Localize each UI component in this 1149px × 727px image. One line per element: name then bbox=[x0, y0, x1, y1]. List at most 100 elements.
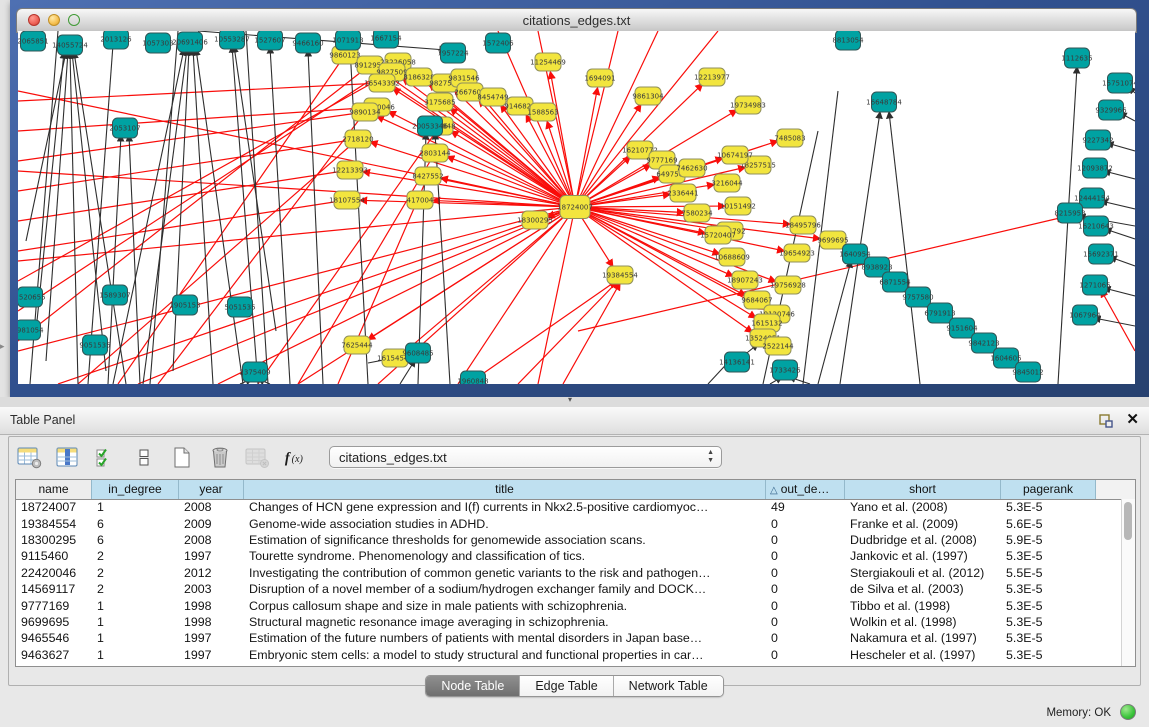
network-node[interactable]: 15692371 bbox=[1083, 244, 1119, 264]
network-edge[interactable] bbox=[575, 207, 776, 282]
network-node[interactable]: 2336441 bbox=[667, 184, 698, 202]
network-node[interactable]: 16648784 bbox=[866, 92, 902, 112]
network-node[interactable]: 2803144 bbox=[419, 144, 451, 162]
table-row[interactable]: 977716911998Corpus callosum shape and si… bbox=[16, 597, 1122, 613]
network-node[interactable]: 7485083 bbox=[774, 129, 805, 147]
network-node[interactable]: 1527607 bbox=[254, 31, 285, 50]
network-node[interactable]: 10688609 bbox=[714, 248, 750, 266]
table-row[interactable]: 969969511998Structural magnetic resonanc… bbox=[16, 614, 1122, 630]
network-node[interactable]: 1271065 bbox=[1079, 275, 1110, 295]
network-node[interactable]: 1572406 bbox=[482, 33, 514, 53]
column-header-name[interactable]: name bbox=[16, 480, 92, 499]
network-node[interactable]: 7580234 bbox=[681, 204, 713, 222]
table-row[interactable]: 1938455462009Genome-wide association stu… bbox=[16, 515, 1122, 531]
network-node[interactable]: 5051535 bbox=[224, 297, 255, 317]
network-node[interactable]: 7957224 bbox=[437, 43, 469, 63]
table-row[interactable]: 911546021997Tourette syndrome. Phenomeno… bbox=[16, 548, 1122, 564]
network-node[interactable]: 9329966 bbox=[1095, 100, 1127, 120]
network-edge[interactable] bbox=[450, 108, 575, 207]
network-edge[interactable] bbox=[1105, 229, 1135, 239]
network-edge[interactable] bbox=[246, 31, 268, 384]
network-node[interactable]: 18300295 bbox=[517, 211, 553, 229]
network-graph[interactable]: 9860123891295423226058982750916543392224… bbox=[18, 31, 1135, 384]
network-edge[interactable] bbox=[458, 207, 575, 384]
network-node[interactable]: 7625444 bbox=[341, 336, 373, 354]
network-node[interactable]: 12213977 bbox=[694, 68, 730, 86]
network-node[interactable]: 18107554 bbox=[329, 191, 365, 209]
network-canvas[interactable]: 9860123891295423226058982750916543392224… bbox=[18, 31, 1135, 384]
column-select-icon[interactable] bbox=[55, 446, 80, 469]
network-node[interactable]: 12213393 bbox=[332, 161, 368, 179]
network-edge[interactable] bbox=[113, 49, 184, 384]
network-node[interactable]: 2065851 bbox=[18, 31, 49, 51]
network-node[interactable]: 18724007 bbox=[557, 196, 593, 219]
network-node[interactable]: 9845012 bbox=[1012, 362, 1043, 382]
network-edge[interactable] bbox=[377, 116, 575, 207]
network-edge[interactable] bbox=[26, 52, 66, 241]
network-node[interactable]: 3175685 bbox=[424, 93, 455, 111]
network-edge[interactable] bbox=[575, 31, 658, 207]
network-node[interactable]: 3216044 bbox=[711, 174, 743, 192]
network-edge[interactable] bbox=[88, 31, 114, 384]
network-node[interactable]: 19734983 bbox=[730, 96, 766, 114]
network-edge[interactable] bbox=[298, 207, 575, 384]
network-node[interactable]: 9051535 bbox=[79, 335, 110, 355]
network-edge[interactable] bbox=[150, 31, 178, 384]
table-vertical-scrollbar[interactable] bbox=[1121, 499, 1135, 666]
network-node[interactable]: 10674197 bbox=[717, 146, 753, 164]
network-node[interactable]: 10151492 bbox=[720, 197, 756, 215]
network-node[interactable]: 8813054 bbox=[832, 31, 864, 50]
table-row[interactable]: 1872400712008Changes of HCN gene express… bbox=[16, 499, 1122, 515]
network-node[interactable]: 19384554 bbox=[602, 266, 638, 284]
network-edge[interactable] bbox=[350, 47, 368, 384]
network-edge[interactable] bbox=[270, 47, 290, 384]
network-node[interactable]: 1071913 bbox=[332, 31, 363, 50]
network-window-titlebar[interactable]: citations_edges.txt bbox=[16, 8, 1137, 33]
network-node[interactable]: 2375409 bbox=[239, 362, 270, 382]
network-node[interactable]: 9227342 bbox=[1082, 130, 1113, 150]
network-edge[interactable] bbox=[518, 281, 618, 384]
network-table-select[interactable]: citations_edges.txt ▲▼ bbox=[329, 446, 722, 468]
network-edge[interactable] bbox=[370, 142, 575, 207]
network-edge[interactable] bbox=[468, 281, 616, 384]
network-node[interactable]: 9466160 bbox=[292, 33, 323, 53]
trash-icon[interactable] bbox=[207, 446, 232, 469]
table-row[interactable]: 946554611997Estimation of the future num… bbox=[16, 630, 1122, 646]
rows-icon[interactable] bbox=[131, 446, 156, 469]
network-edge[interactable] bbox=[46, 52, 68, 361]
network-node[interactable]: 19654923 bbox=[779, 244, 815, 262]
tab-network-table[interactable]: Network Table bbox=[614, 676, 723, 696]
tab-edge-table[interactable]: Edge Table bbox=[520, 676, 613, 696]
network-edge[interactable] bbox=[1058, 67, 1077, 384]
network-node[interactable]: 15720407 bbox=[700, 226, 736, 244]
network-node[interactable]: 8215953 bbox=[1054, 203, 1085, 223]
delete-table-icon[interactable] bbox=[245, 446, 270, 469]
network-node[interactable]: 2053107 bbox=[109, 118, 140, 138]
network-node[interactable]: 8427552 bbox=[412, 167, 443, 185]
float-panel-icon[interactable] bbox=[1097, 412, 1114, 429]
network-node[interactable]: 18495796 bbox=[785, 216, 821, 234]
network-node[interactable]: 2520655 bbox=[18, 287, 46, 307]
network-node[interactable]: 1981054 bbox=[18, 320, 44, 340]
network-node[interactable]: 11254469 bbox=[530, 53, 566, 71]
network-edge[interactable] bbox=[158, 112, 365, 384]
network-edge[interactable] bbox=[18, 170, 350, 221]
network-node[interactable]: 1694091 bbox=[584, 69, 615, 87]
network-node[interactable]: 14136141 bbox=[719, 352, 755, 372]
network-node[interactable]: 9890134 bbox=[349, 103, 381, 121]
table-row[interactable]: 2242004622012Investigating the contribut… bbox=[16, 565, 1122, 581]
network-node[interactable]: 1588563 bbox=[527, 103, 558, 121]
network-node[interactable]: 16543392 bbox=[364, 74, 400, 92]
column-header-pagerank[interactable]: pagerank bbox=[1001, 480, 1096, 499]
scrollbar-thumb[interactable] bbox=[1124, 502, 1132, 540]
table-row[interactable]: 946362711997Embryonic stem cells: a mode… bbox=[16, 647, 1122, 663]
network-node[interactable]: 7462630 bbox=[676, 159, 707, 177]
checklist-icon[interactable] bbox=[93, 446, 118, 469]
network-node[interactable]: 1589307 bbox=[99, 285, 130, 305]
network-node[interactable]: 14055724 bbox=[52, 35, 88, 55]
network-node[interactable]: 1667154 bbox=[370, 31, 402, 48]
function-icon[interactable]: f(x) bbox=[283, 446, 308, 469]
network-node[interactable]: 1057303 bbox=[142, 33, 173, 53]
network-node[interactable]: 2013126 bbox=[100, 31, 132, 49]
column-header-title[interactable]: title bbox=[244, 480, 766, 499]
